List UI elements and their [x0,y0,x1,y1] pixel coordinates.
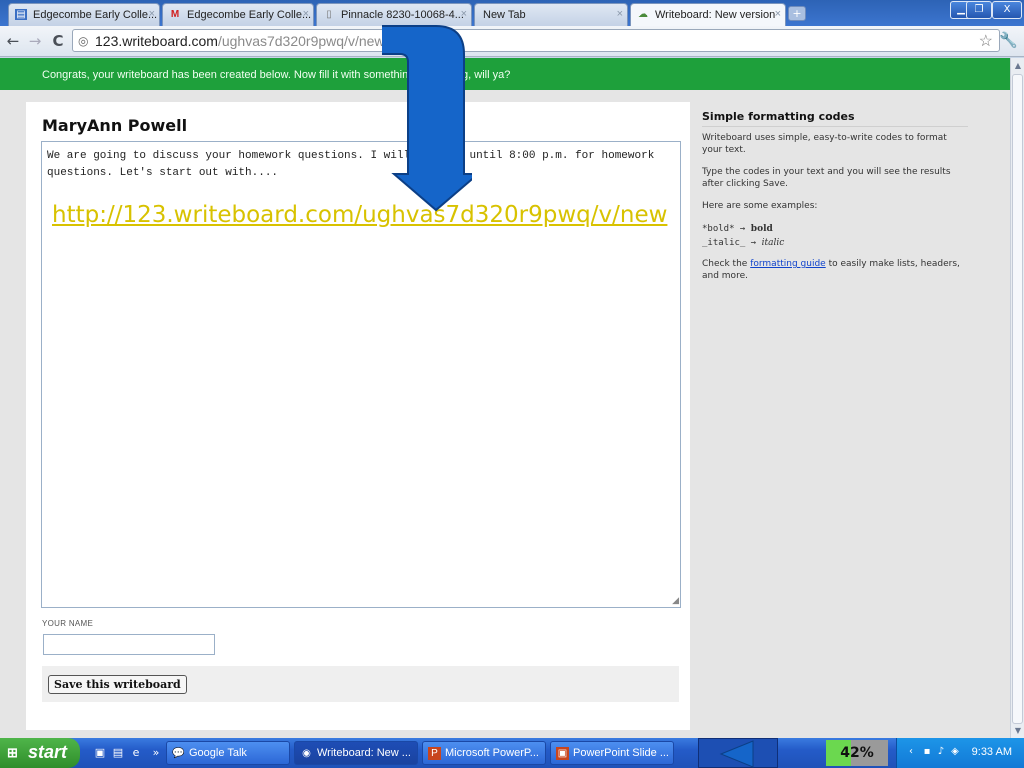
sidebar-text: Here are some examples: [702,201,818,211]
resize-handle-icon[interactable]: ◢ [672,596,679,606]
bold-result: bold [750,224,773,234]
editor-text: We are going to discuss your homework qu… [47,150,655,179]
previous-slide-button[interactable] [698,738,778,768]
wrench-icon[interactable]: 🔧 [999,31,1018,49]
back-icon[interactable]: ← [3,31,23,51]
bold-code: *bold* → [702,224,746,234]
tray-arrow-icon[interactable]: ‹ [905,746,917,758]
formatting-guide-link[interactable]: formatting guide [750,259,826,269]
tab-label: New Tab [483,9,526,21]
task-label: Writeboard: New ... [317,747,411,759]
close-icon[interactable]: × [149,8,155,20]
address-bar[interactable]: ◎ 123.writeboard.com/ughvas7d320r9pwq/v/… [72,29,1000,52]
italic-code: _italic_ → [702,238,757,248]
sidebar-text: Type the codes in your text and you will… [702,167,951,189]
close-window-icon[interactable]: X [992,1,1022,19]
security-icon[interactable]: ◈ [949,746,961,758]
writeboard-icon: ☁ [638,9,648,20]
ie-icon[interactable]: e [128,745,144,761]
name-label: YOUR NAME [42,619,94,628]
browser-toolbar: ← → C ◎ 123.writeboard.com/ughvas7d320r9… [0,26,1024,57]
tab-label: Edgecombe Early Colle... [33,9,158,21]
sidebar-text: Writeboard uses simple, easy-to-write co… [702,133,947,155]
tab-label: Edgecombe Early Colle... [187,9,312,21]
task-label: Google Talk [189,747,247,759]
quicklaunch-icon[interactable]: ▣ [92,745,108,761]
system-tray: ‹ ▪ ♪ ◈ 9:33 AM [896,738,1024,768]
down-arrow-icon [382,25,472,212]
slideshow-icon: ▣ [556,747,569,760]
close-icon[interactable]: × [617,8,623,20]
italic-result: italic [761,238,785,248]
tab-new-tab[interactable]: New Tab × [474,3,628,26]
overlay-url-link[interactable]: http://123.writeboard.com/ughvas7d320r9p… [52,202,667,228]
windows-logo-icon: ⊞ [7,745,18,760]
congrats-banner: Congrats, your writeboard has been creat… [0,58,1010,90]
task-label: PowerPoint Slide ... [573,747,669,759]
page-icon: ▤ [15,9,27,20]
chat-icon: 💬 [172,748,185,759]
save-bar: Save this writeboard [42,666,679,702]
gmail-icon: M [170,9,180,20]
powerpoint-icon: P [428,747,441,760]
volume-icon[interactable]: ♪ [935,746,947,758]
start-button[interactable]: ⊞ start [0,738,80,768]
url-path: /ughvas7d320r9pwq/v/new [217,33,385,49]
task-google-talk[interactable]: 💬 Google Talk [166,741,290,765]
page-scrollbar[interactable]: ▲ ▼ [1010,58,1024,738]
network-icon[interactable]: ▪ [921,746,933,758]
globe-icon: ◎ [78,34,89,48]
writeboard-card: MaryAnn Powell We are going to discuss y… [26,102,690,730]
zoom-level: 42% [826,740,888,766]
task-label: Microsoft PowerP... [445,747,539,759]
close-icon[interactable]: × [775,8,781,20]
scroll-thumb[interactable] [1012,74,1023,724]
close-icon[interactable]: × [303,8,309,20]
sidebar-heading: Simple formatting codes [702,110,968,127]
tab-pinnacle[interactable]: ▯ Pinnacle 8230-10068-4... × [316,3,472,26]
forward-icon[interactable]: → [25,31,45,51]
tab-edgecombe-1[interactable]: ▤ Edgecombe Early Colle... × [8,3,160,26]
start-label: start [28,742,68,762]
bookmark-star-icon[interactable]: ☆ [979,31,993,51]
name-input[interactable] [43,634,215,655]
tab-edgecombe-2[interactable]: M Edgecombe Early Colle... × [162,3,314,26]
page-icon: ▯ [326,9,332,20]
scroll-down-icon[interactable]: ▼ [1012,724,1024,737]
close-icon[interactable]: × [461,8,467,20]
new-tab-button[interactable]: + [788,6,806,21]
task-writeboard[interactable]: ◉ Writeboard: New ... [294,741,418,765]
chevron-icon[interactable]: » [148,745,164,761]
page-title: MaryAnn Powell [42,116,188,135]
page-viewport: Congrats, your writeboard has been creat… [0,58,1010,738]
quicklaunch-icon[interactable]: ▤ [110,745,126,761]
task-powerpoint[interactable]: P Microsoft PowerP... [422,741,546,765]
sidebar-text: Check the formatting guide to easily mak… [702,259,960,281]
reload-icon[interactable]: C [48,31,68,51]
taskbar: ⊞ start ▣ ▤ e » 💬 Google Talk ◉ Writeboa… [0,738,1024,768]
clock: 9:33 AM [971,746,1012,758]
restore-icon[interactable]: ❐ [966,1,992,19]
task-slideshow[interactable]: ▣ PowerPoint Slide ... [550,741,674,765]
save-button[interactable]: Save this writeboard [48,675,187,694]
scroll-up-icon[interactable]: ▲ [1012,59,1024,72]
formatting-examples: *bold* → bold _italic_ → italic [702,222,968,250]
tab-writeboard[interactable]: ☁ Writeboard: New version × [630,3,786,26]
tab-label: Writeboard: New version [655,9,776,21]
url-host: 123.writeboard.com [95,33,218,49]
formatting-sidebar: Simple formatting codes Writeboard uses … [702,110,968,292]
previous-arrow-icon [719,740,754,768]
chrome-icon: ◉ [302,748,311,759]
tab-label: Pinnacle 8230-10068-4... [341,9,464,21]
tab-strip: ▤ Edgecombe Early Colle... × M Edgecombe… [0,0,1024,26]
